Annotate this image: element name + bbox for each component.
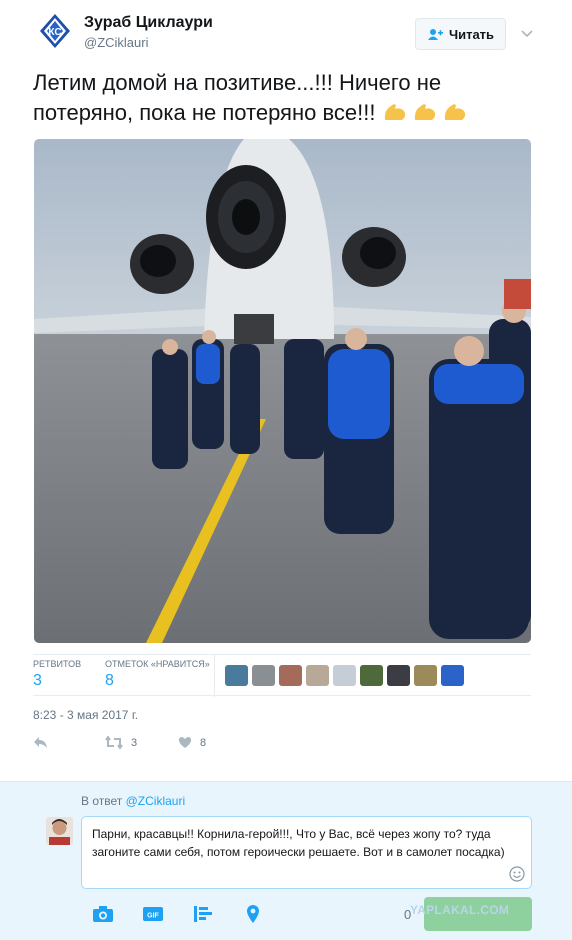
reply-composer: В ответ @ZCiklauri Парни, красавцы!! Кор…: [0, 781, 572, 940]
watermark: YAPLAKAL.COM: [410, 903, 510, 917]
composer-tools: GIF: [90, 903, 266, 925]
retweets-value: 3: [33, 672, 42, 689]
liker-avatar[interactable]: [387, 665, 410, 686]
tweet-body: Летим домой на позитиве...!!! Ничего не …: [33, 70, 442, 125]
flexed-biceps-emoji: [444, 104, 465, 120]
add-poll-button[interactable]: [190, 903, 216, 925]
flexed-biceps-emoji: [414, 104, 435, 120]
chevron-down-icon[interactable]: [520, 26, 534, 40]
retweet-action[interactable]: 3: [105, 736, 137, 749]
svg-text:GIF: GIF: [147, 913, 159, 920]
likes-label: ОТМЕТОК «НРАВИТСЯ»: [105, 659, 210, 669]
add-user-icon: [427, 28, 443, 40]
tweet-photo[interactable]: [34, 139, 531, 643]
flexed-biceps-emoji: [384, 104, 405, 120]
location-icon: [247, 905, 259, 923]
retweets-stat[interactable]: РЕТВИТОВ 3: [33, 659, 81, 690]
liker-avatar[interactable]: [414, 665, 437, 686]
add-photo-button[interactable]: [90, 903, 116, 925]
tweet-stats: РЕТВИТОВ 3 ОТМЕТОК «НРАВИТСЯ» 8: [33, 654, 531, 697]
tweet-header: КС Зураб Циклаури @ZCiklauri Читать: [0, 0, 572, 60]
likes-value: 8: [105, 672, 114, 689]
tweet-actions: 3 8: [33, 736, 333, 754]
liker-avatar[interactable]: [252, 665, 275, 686]
stats-divider: [214, 655, 215, 697]
heart-icon: [178, 737, 192, 748]
krylia-sovetov-logo-icon[interactable]: КС: [36, 12, 74, 50]
liker-avatar[interactable]: [360, 665, 383, 686]
liker-avatar[interactable]: [333, 665, 356, 686]
like-action[interactable]: 8: [178, 736, 206, 749]
likes-stat[interactable]: ОТМЕТОК «НРАВИТСЯ» 8: [105, 659, 210, 690]
emoji-picker-icon[interactable]: [509, 866, 525, 882]
add-location-button[interactable]: [240, 903, 266, 925]
reply-textarea[interactable]: Парни, красавцы!! Корнила-герой!!!, Что …: [81, 816, 532, 889]
liker-avatars: [225, 665, 464, 686]
add-gif-button[interactable]: GIF: [140, 903, 166, 925]
retweets-label: РЕТВИТОВ: [33, 659, 82, 669]
retweet-icon: [105, 736, 123, 749]
tweet-timestamp[interactable]: 8:23 - 3 мая 2017 г.: [33, 708, 138, 722]
liker-avatar[interactable]: [225, 665, 248, 686]
liker-avatar[interactable]: [279, 665, 302, 686]
reply-icon: [34, 737, 47, 748]
gif-icon: GIF: [143, 907, 163, 921]
reply-to-mention[interactable]: @ZCiklauri: [126, 794, 186, 808]
svg-text:КС: КС: [48, 27, 61, 38]
reply-action[interactable]: [33, 736, 48, 749]
like-count: 8: [200, 736, 207, 749]
liker-avatar[interactable]: [306, 665, 329, 686]
reply-to-line: В ответ @ZCiklauri: [81, 794, 185, 808]
retweet-count: 3: [131, 736, 138, 749]
follow-button[interactable]: Читать: [415, 18, 506, 50]
tweet-text: Летим домой на позитиве...!!! Ничего не …: [33, 68, 538, 128]
user-avatar[interactable]: [46, 817, 73, 845]
author-name[interactable]: Зураб Циклаури: [84, 14, 213, 32]
poll-icon: [194, 906, 212, 922]
camera-icon: [93, 906, 113, 922]
reply-text: Парни, красавцы!! Корнила-герой!!!, Что …: [92, 827, 505, 859]
author-handle[interactable]: @ZCiklauri: [84, 35, 148, 50]
liker-avatar[interactable]: [441, 665, 464, 686]
follow-button-label: Читать: [448, 26, 495, 42]
reply-to-prefix: В ответ: [81, 794, 126, 808]
